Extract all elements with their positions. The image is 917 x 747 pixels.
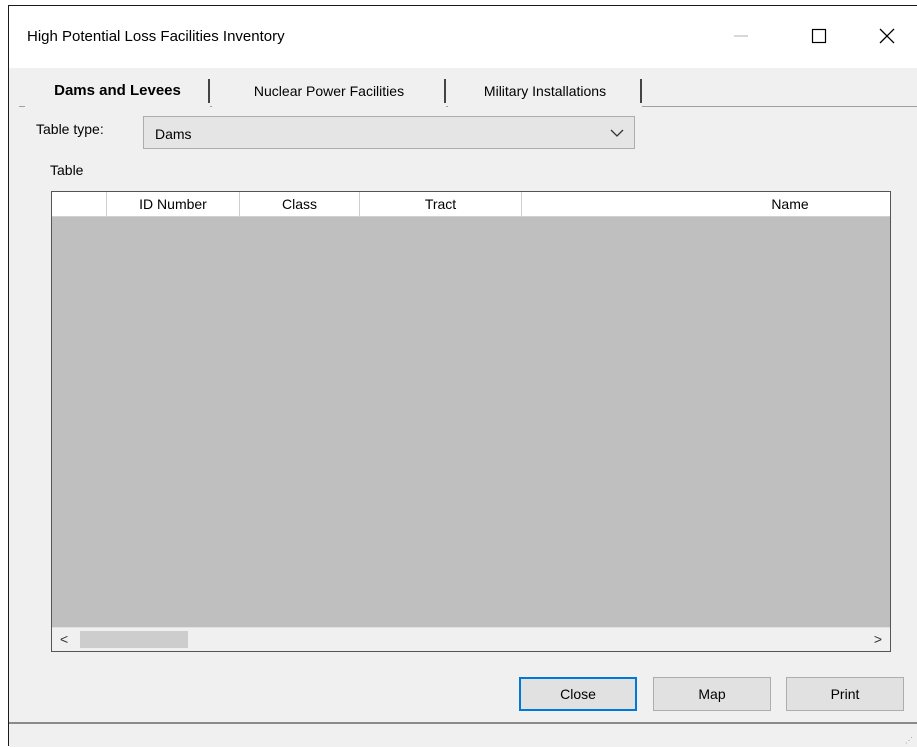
close-icon — [879, 28, 895, 44]
scroll-right-icon[interactable]: > — [874, 631, 882, 647]
chevron-down-icon — [610, 129, 624, 137]
table-type-label: Table type: — [36, 121, 104, 137]
close-button[interactable]: Close — [519, 677, 637, 711]
maximize-button[interactable] — [799, 21, 839, 51]
table-type-value: Dams — [155, 126, 192, 142]
print-button-label: Print — [830, 686, 860, 702]
table-label: Table — [50, 162, 84, 178]
tab-label: Nuclear Power Facilities — [253, 83, 405, 99]
minimize-icon — [734, 35, 748, 37]
print-button[interactable]: Print — [786, 677, 904, 711]
maximize-icon — [811, 28, 827, 44]
column-header-name-label: Name — [771, 196, 809, 212]
dialog-window: High Potential Loss Facilities Inventory… — [8, 5, 917, 747]
minimize-button[interactable] — [721, 21, 761, 51]
map-button[interactable]: Map — [653, 677, 771, 711]
scrollbar-thumb[interactable] — [80, 631, 188, 648]
window-title: High Potential Loss Facilities Inventory — [27, 28, 285, 45]
column-header-class[interactable]: Class — [240, 192, 360, 217]
table-type-select[interactable]: Dams — [143, 116, 635, 149]
horizontal-scrollbar[interactable]: < > — [52, 627, 890, 651]
tab-dams-and-levees[interactable]: Dams and Levees — [25, 76, 210, 107]
status-bar: ⋰ — [9, 724, 917, 747]
tab-label: Dams and Levees — [54, 82, 181, 99]
tab-label: Military Installations — [483, 83, 607, 99]
map-button-label: Map — [698, 686, 726, 702]
column-header-tract[interactable]: Tract — [360, 192, 522, 217]
table-header: ID Number Class Tract Name — [52, 192, 890, 217]
scroll-left-icon[interactable]: < — [60, 631, 68, 647]
tab-separator — [208, 79, 210, 103]
data-table[interactable]: ID Number Class Tract Name < > — [51, 191, 891, 652]
close-button-label: Close — [560, 686, 596, 702]
tab-nuclear-power-facilities[interactable]: Nuclear Power Facilities — [212, 76, 446, 107]
column-header-id-number[interactable]: ID Number — [107, 192, 240, 217]
tab-separator — [444, 79, 446, 103]
close-window-button[interactable] — [867, 21, 907, 51]
tab-separator — [640, 79, 642, 103]
tab-military-installations[interactable]: Military Installations — [448, 76, 642, 107]
resize-grip-icon[interactable]: ⋰ — [905, 736, 913, 745]
column-header-row-selector[interactable] — [52, 192, 107, 217]
title-bar: High Potential Loss Facilities Inventory — [9, 6, 917, 68]
column-header-name[interactable]: Name — [522, 192, 890, 217]
